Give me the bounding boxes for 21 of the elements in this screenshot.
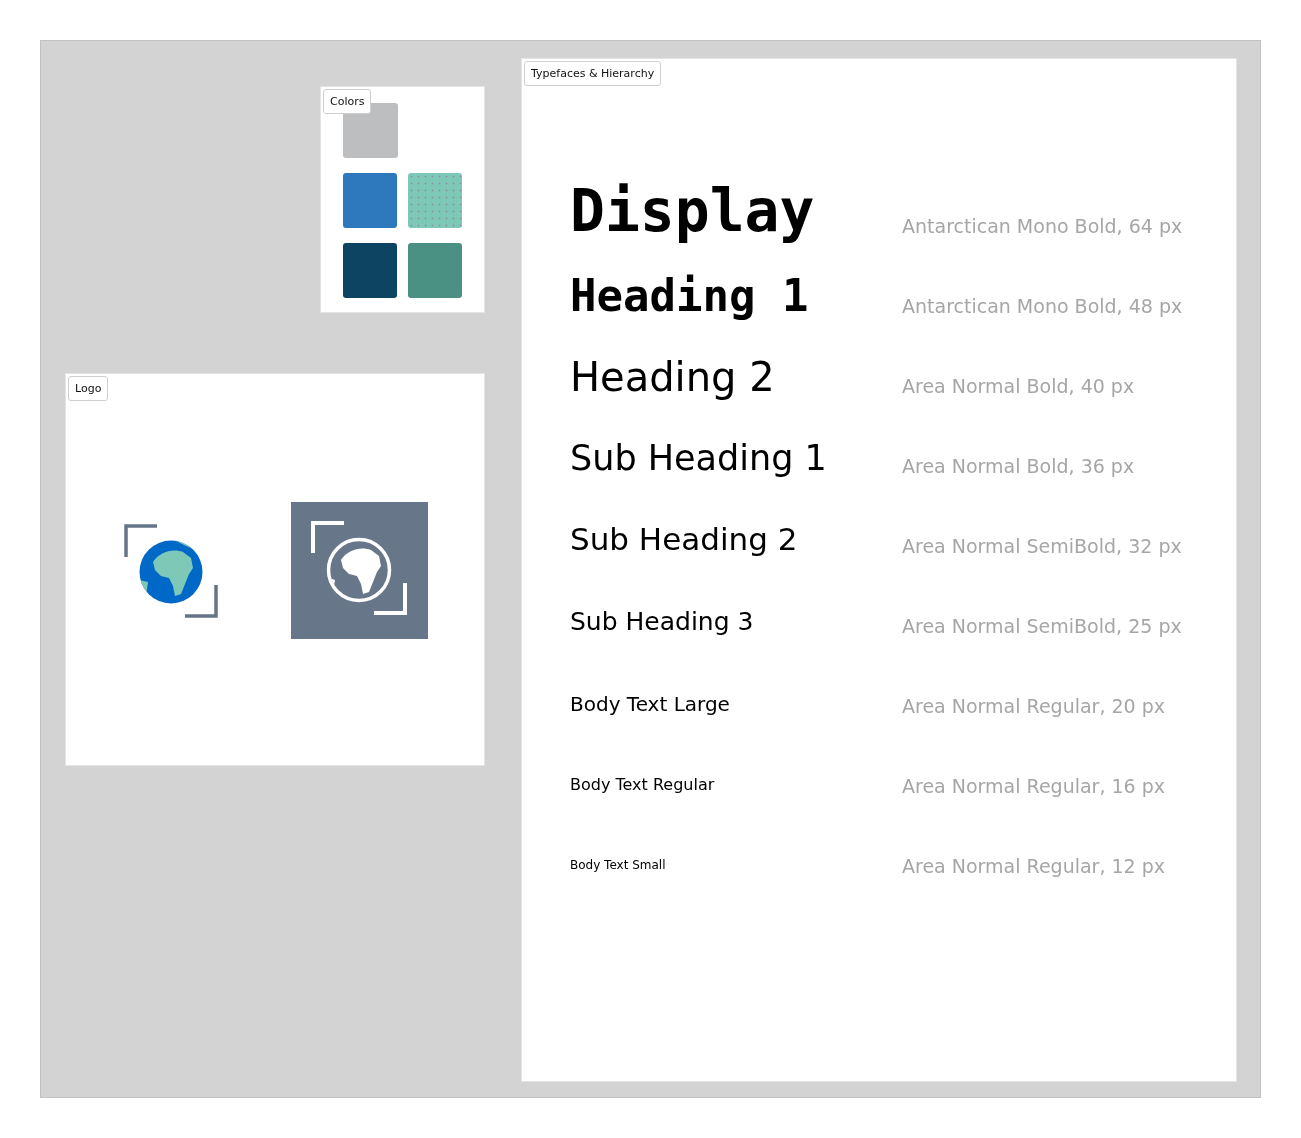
type-sample: Body Text Small	[570, 859, 667, 873]
type-spec: Antarctican Mono Bold, 64 px	[902, 213, 1183, 239]
type-sample: Body Text Regular	[570, 776, 716, 794]
type-spec: Area Normal Bold, 36 px	[902, 453, 1135, 479]
type-sample: Sub Heading 3	[570, 608, 755, 636]
panel-label: Colors	[323, 89, 372, 115]
type-sample: Display	[570, 180, 816, 244]
panel-label: Logo	[68, 376, 109, 402]
type-spec: Area Normal Regular, 12 px	[902, 853, 1166, 879]
type-spec: Area Normal SemiBold, 25 px	[902, 613, 1182, 639]
type-spec: Area Normal Bold, 40 px	[902, 373, 1135, 399]
type-spec: Area Normal Regular, 16 px	[902, 773, 1166, 799]
type-sample: Sub Heading 2	[570, 521, 799, 557]
type-sample: Heading 2	[570, 355, 776, 399]
type-sample: Heading 1	[570, 271, 810, 321]
panel-label: Typefaces & Hierarchy	[524, 61, 662, 87]
type-spec: Antarctican Mono Bold, 48 px	[902, 293, 1183, 319]
type-spec: Area Normal Regular, 20 px	[902, 693, 1166, 719]
type-sample: Body Text Large	[570, 693, 731, 715]
type-spec: Area Normal SemiBold, 32 px	[902, 533, 1182, 559]
type-sample: Sub Heading 1	[570, 438, 828, 478]
